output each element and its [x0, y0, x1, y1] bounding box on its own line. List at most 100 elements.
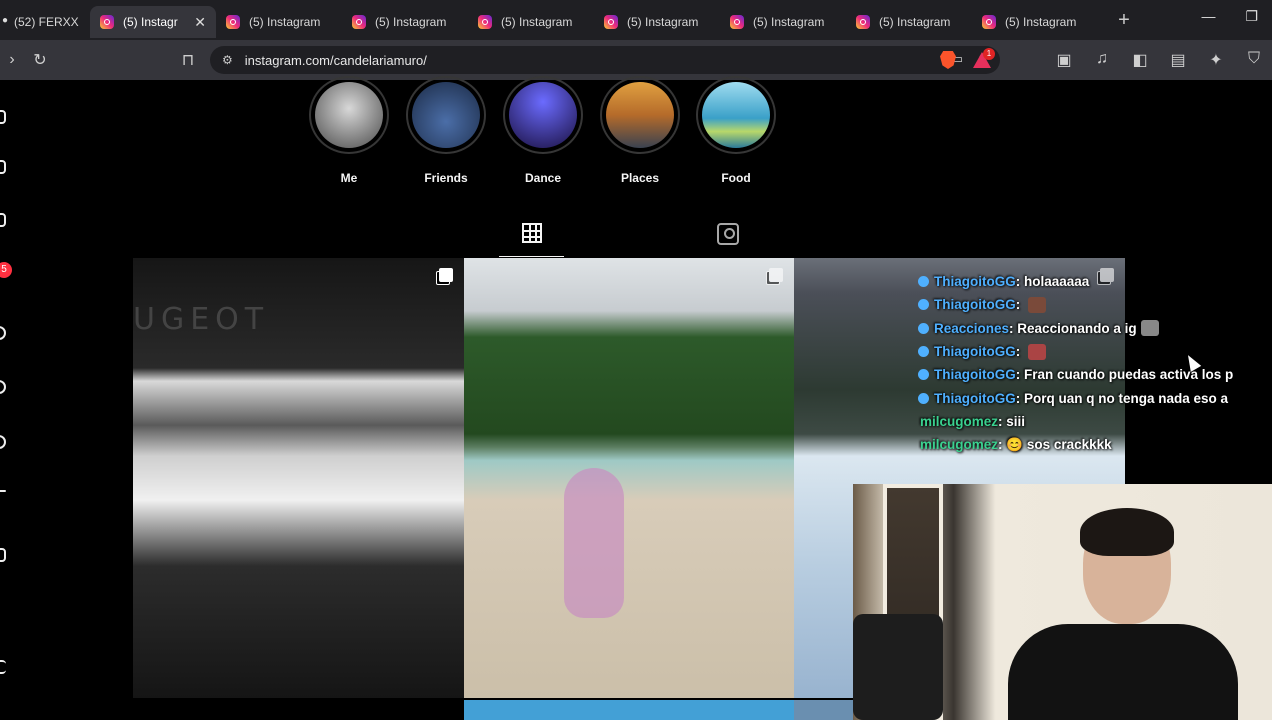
tab-instagram[interactable]: (5) Instagram [468, 6, 594, 38]
highlight-label: Places [620, 171, 660, 185]
highlight-label: Dance [524, 171, 562, 185]
grid-icon [522, 223, 542, 243]
notification-badge: 5 [0, 262, 12, 278]
home-icon[interactable] [0, 160, 6, 174]
badge-icon [918, 369, 929, 381]
tab-label: (5) Instagram [879, 15, 951, 29]
webcam-chair [853, 614, 943, 720]
rewards-badge: 1 [983, 48, 995, 60]
browser-toolbar: › ↻ ⊓ ⚙ instagram.com/candelariamuro/ ▭ … [0, 40, 1272, 80]
chat-message: ThiagoitoGG: holaaaaaa [918, 270, 1272, 293]
window-controls: — ❐ [1201, 8, 1258, 25]
chat-message: milcugomez: 😊 sos crackkkk [920, 436, 1112, 453]
chat-message: ThiagoitoGG: [918, 340, 1272, 363]
tab-instagram[interactable]: (5) Instagram [594, 6, 720, 38]
tab-instagram[interactable]: (5) Instagram [972, 6, 1098, 38]
reader-mode-icon[interactable]: ▣ [1052, 50, 1076, 70]
streamer [1008, 508, 1238, 720]
instagram-icon [100, 15, 114, 29]
instagram-icon [604, 15, 618, 29]
highlight-cover [509, 82, 577, 148]
more-icon[interactable] [0, 660, 6, 674]
leo-ai-icon[interactable]: ✦ [1204, 50, 1228, 70]
close-tab-icon[interactable]: ✕ [194, 14, 206, 31]
highlight-places[interactable]: Places [600, 76, 680, 185]
reload-icon[interactable]: ↻ [28, 50, 52, 70]
search-icon[interactable] [0, 326, 6, 340]
media-icon[interactable]: ♫ [1090, 50, 1114, 70]
post-thumbnail[interactable]: UGEOT [133, 258, 464, 698]
tab-instagram[interactable]: (5) Instagram [216, 6, 342, 38]
instagram-icon [352, 15, 366, 29]
tagged-person-icon [717, 223, 739, 245]
post-thumbnail[interactable] [464, 700, 794, 720]
new-tab-button[interactable]: + [1112, 9, 1136, 32]
instagram-icon [226, 15, 240, 29]
explore-icon[interactable] [0, 380, 6, 394]
emote-icon [1140, 320, 1159, 337]
create-icon[interactable] [0, 490, 6, 492]
tab-instagram[interactable]: (5) Instagram [846, 6, 972, 38]
emote-icon [1028, 343, 1046, 360]
tab-label: (5) Instagram [249, 15, 321, 29]
chat-username: ThiagoitoGG [934, 297, 1016, 313]
carousel-icon [439, 268, 453, 282]
highlight-ring [503, 76, 583, 154]
tab-instagram[interactable]: (5) Instagram [720, 6, 846, 38]
tab-youtube[interactable]: ● (52) FERXX [0, 6, 90, 38]
minimize-icon[interactable]: — [1201, 8, 1215, 25]
highlight-ring [406, 76, 486, 154]
threads-icon[interactable] [0, 548, 6, 562]
tab-label: (5) Instagram [627, 15, 699, 29]
bookmark-icon[interactable]: ⊓ [176, 50, 200, 70]
address-bar[interactable]: ⚙ instagram.com/candelariamuro/ ▭ ⇪ [210, 46, 1000, 74]
post-thumbnail[interactable] [794, 700, 854, 720]
instagram-icon [730, 15, 744, 29]
chat-username: milcugomez [920, 413, 999, 429]
post-thumbnail[interactable] [464, 258, 794, 698]
tab-instagram-active[interactable]: (5) Instagr ✕ [90, 6, 216, 38]
tab-strip: ● (52) FERXX (5) Instagr ✕ (5) Instagram… [0, 0, 1272, 40]
reels-icon[interactable] [0, 213, 6, 227]
chat-text: Fran cuando puedas activa los p [1024, 367, 1234, 383]
vpn-icon[interactable]: ⛉ [1242, 50, 1266, 70]
chat-username: milcugomez [920, 437, 999, 453]
highlight-cover [606, 82, 674, 148]
instagram-icon [478, 15, 492, 29]
highlight-label: Me [340, 171, 358, 185]
carousel-icon [769, 268, 783, 282]
instagram-icon [982, 15, 996, 29]
highlight-dance[interactable]: Dance [503, 76, 583, 185]
chat-message: milcugomez: siii [920, 413, 1026, 429]
tab-instagram[interactable]: (5) Instagram [342, 6, 468, 38]
wallet-icon[interactable]: ▤ [1166, 50, 1190, 70]
highlight-friends[interactable]: Friends [406, 76, 486, 185]
messages-icon[interactable] [0, 435, 6, 449]
instagram-logo-icon[interactable] [0, 110, 6, 124]
restore-icon[interactable]: ❐ [1245, 8, 1258, 25]
highlight-me[interactable]: Me [309, 76, 389, 185]
chat-username: ThiagoitoGG [934, 367, 1016, 383]
chat-message: Reacciones: Reaccionando a ig [918, 317, 1272, 340]
emote-icon [1028, 296, 1046, 313]
highlight-label: Friends [424, 171, 468, 185]
badge-icon [918, 346, 929, 358]
highlight-cover [315, 82, 383, 148]
toolbar-right: ▣ ♫ ◧ ▤ ✦ ⛉ [1052, 50, 1266, 70]
badge-icon [918, 322, 929, 334]
site-settings-icon[interactable]: ⚙ [222, 53, 233, 67]
post-subject [564, 468, 624, 618]
tab-posts-grid[interactable] [499, 221, 564, 257]
highlight-cover [702, 82, 770, 148]
tab-label: (5) Instagram [501, 15, 573, 29]
url-text[interactable]: instagram.com/candelariamuro/ [245, 53, 427, 68]
chat-message: ThiagoitoGG: Fran cuando puedas activa l… [918, 363, 1272, 386]
webcam-overlay [853, 484, 1272, 720]
instagram-sidebar: 5 [0, 80, 12, 720]
forward-icon[interactable]: › [0, 51, 24, 69]
sidebar-icon[interactable]: ◧ [1128, 50, 1152, 70]
tab-tagged[interactable] [714, 221, 742, 257]
post-background-text: UGEOT [133, 302, 270, 337]
chat-username: ThiagoitoGG [934, 274, 1016, 290]
highlight-food[interactable]: Food [696, 76, 776, 185]
